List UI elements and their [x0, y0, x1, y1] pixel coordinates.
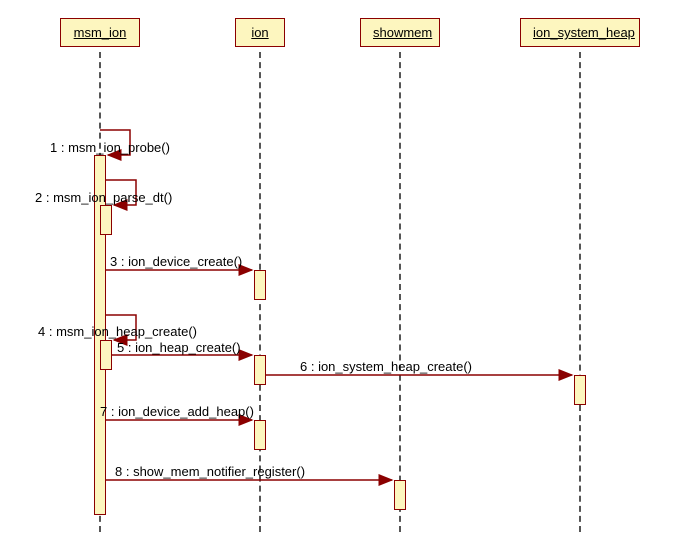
message-label-3: 3 : ion_device_create(): [110, 254, 242, 269]
participant-label: showmem: [373, 25, 432, 40]
participant-label: ion_system_heap: [533, 25, 635, 40]
activation-ion-devicecreate: [254, 270, 266, 300]
participant-label: msm_ion: [74, 25, 127, 40]
message-label-8: 8 : show_mem_notifier_register(): [115, 464, 305, 479]
activation-showmem: [394, 480, 406, 510]
message-label-1: 1 : msm_ion_probe(): [50, 140, 170, 155]
participant-ion-system-heap: ion_system_heap: [520, 18, 640, 47]
activation-ionsystemheap: [574, 375, 586, 405]
message-label-2: 2 : msm_ion_parse_dt(): [35, 190, 172, 205]
activation-ion-addheap: [254, 420, 266, 450]
activation-ion-heapcreate: [254, 355, 266, 385]
message-label-7: 7 : ion_device_add_heap(): [100, 404, 254, 419]
lifeline-showmem: [399, 52, 401, 532]
message-label-5: 5 : ion_heap_create(): [117, 340, 241, 355]
participant-msm-ion: msm_ion: [60, 18, 140, 47]
activation-msm-ion-heapcreate: [100, 340, 112, 370]
participant-ion: ion: [235, 18, 285, 47]
message-label-4: 4 : msm_ion_heap_create(): [38, 324, 197, 339]
lifeline-ion-system-heap: [579, 52, 581, 532]
message-label-6: 6 : ion_system_heap_create(): [300, 359, 472, 374]
activation-msm-ion-parse: [100, 205, 112, 235]
participant-showmem: showmem: [360, 18, 440, 47]
sequence-diagram: msm_ion ion showmem ion_system_heap: [0, 0, 680, 540]
participant-label: ion: [251, 25, 268, 40]
